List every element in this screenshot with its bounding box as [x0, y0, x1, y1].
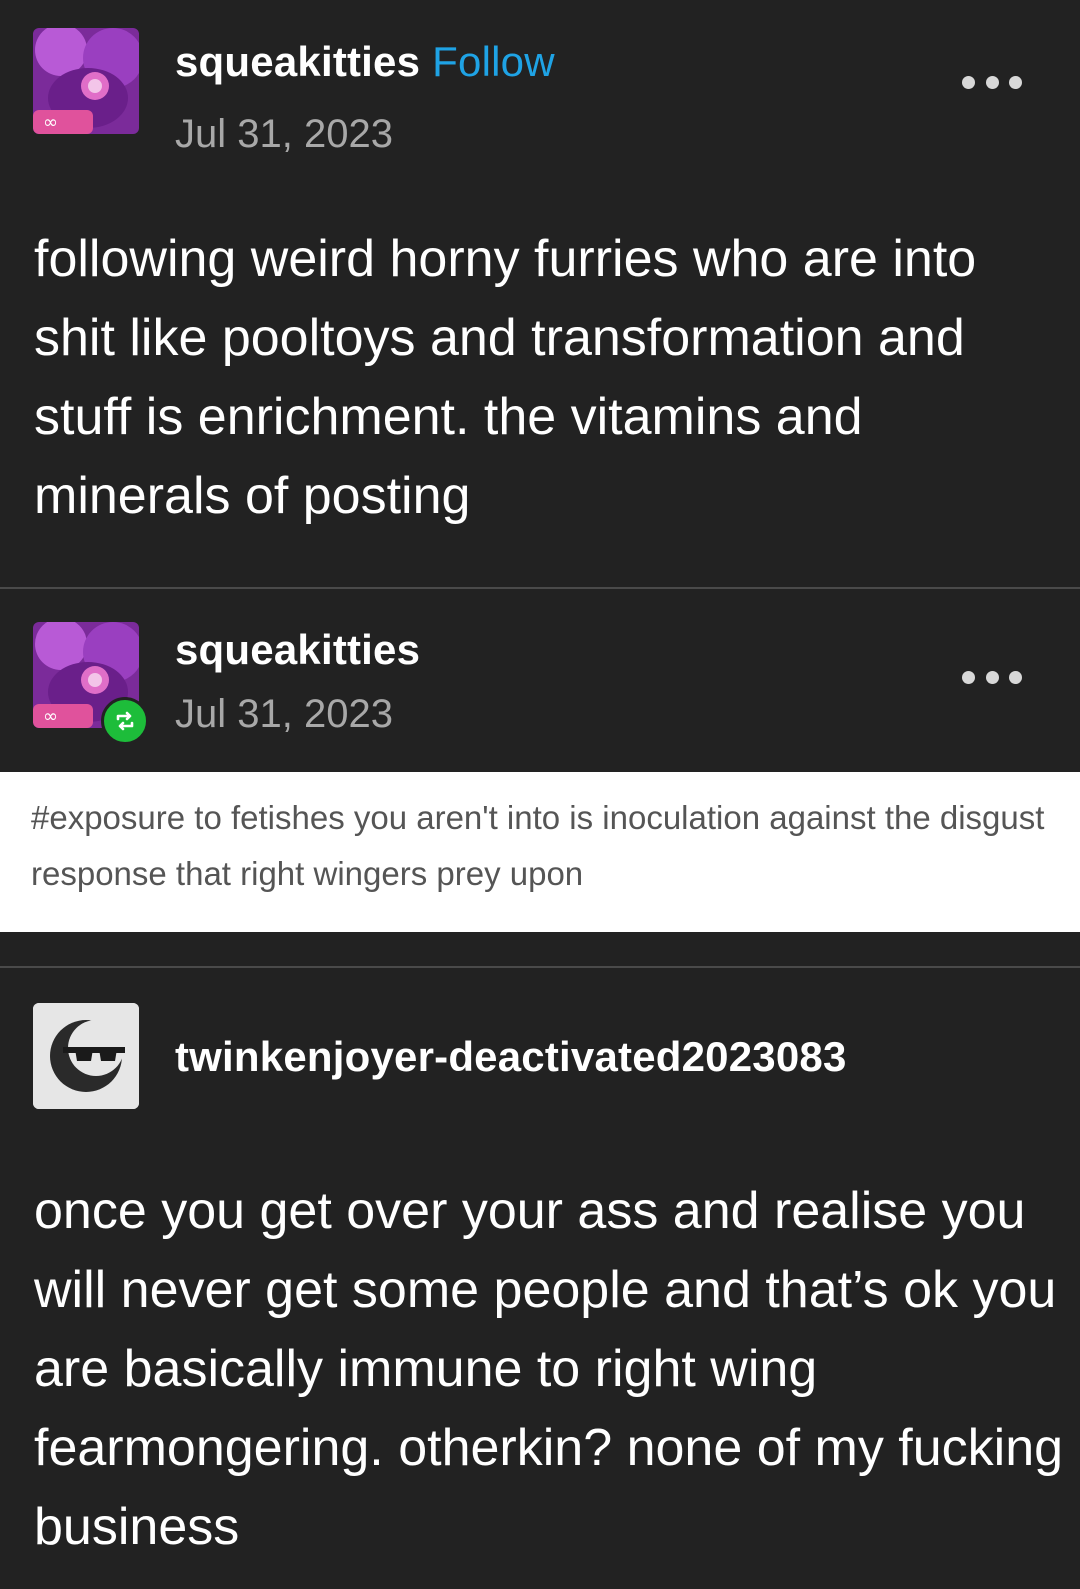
- sunglasses-moon-avatar-icon[interactable]: [33, 1003, 139, 1109]
- svg-text:∞: ∞: [43, 112, 58, 133]
- follow-button[interactable]: Follow: [432, 38, 555, 85]
- post-divider: [0, 966, 1080, 968]
- post-body-text: once you get over your ass and realise y…: [34, 1182, 1064, 1556]
- post-tags[interactable]: #exposure to fetishes you aren't into is…: [31, 790, 1071, 902]
- post-username[interactable]: squeakitties: [175, 626, 420, 674]
- username-label[interactable]: squeakitties: [175, 38, 420, 85]
- post-date: Jul 31, 2023: [175, 112, 393, 156]
- post-date: Jul 31, 2023: [175, 692, 393, 736]
- reblog-icon: [101, 697, 149, 745]
- purple-creature-avatar-icon[interactable]: ∞: [33, 28, 139, 134]
- post-username[interactable]: squeakitties Follow: [175, 38, 555, 86]
- svg-text:∞: ∞: [43, 706, 58, 727]
- post-username[interactable]: twinkenjoyer-deactivated2023083: [175, 1033, 847, 1081]
- post-divider: [0, 587, 1080, 589]
- more-options-icon[interactable]: [962, 72, 1022, 92]
- post-body-text: following weird horny furries who are in…: [34, 230, 977, 525]
- more-options-icon[interactable]: [962, 667, 1022, 687]
- tags-box: #exposure to fetishes you aren't into is…: [0, 772, 1080, 932]
